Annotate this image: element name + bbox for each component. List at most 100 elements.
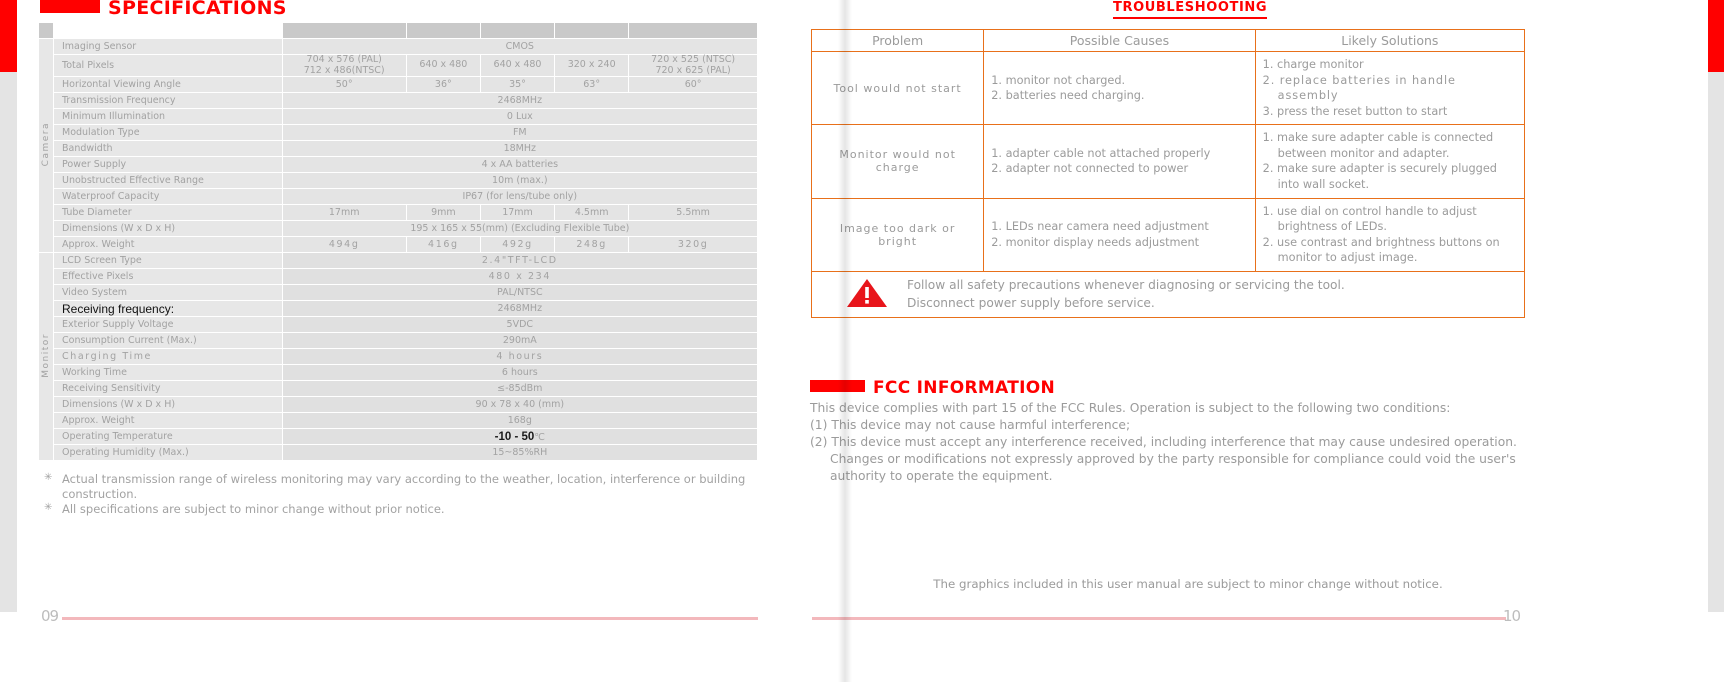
warning-triangle-icon bbox=[845, 277, 889, 312]
row-value: 195 x 165 x 55(mm) (Excluding Flexible T… bbox=[281, 220, 759, 238]
header-cell-model-2 bbox=[405, 22, 481, 39]
table-row: Camera Imaging Sensor CMOS bbox=[38, 37, 759, 254]
table-row: Operating Temperature -10 - 50℃ bbox=[39, 428, 759, 446]
row-value: 0 Lux bbox=[281, 108, 759, 126]
solutions-list: 1. use dial on control handle to adjust … bbox=[1263, 204, 1517, 266]
table-row: Monitor would not charge 1. adapter cabl… bbox=[810, 124, 1526, 199]
fcc-information-heading: FCC INFORMATION bbox=[810, 378, 1055, 398]
list-item: 1. use dial on control handle to adjust … bbox=[1262, 204, 1477, 234]
table-row: Image too dark or bright 1. LEDs near ca… bbox=[810, 197, 1526, 272]
row-value: PAL/NTSC bbox=[281, 284, 759, 302]
table-row: Monitor LCD Screen Type 2.4"TFT-LCD bbox=[38, 252, 759, 462]
table-row: Approx. Weight 494g 416g 492g 248g 320g bbox=[39, 236, 758, 254]
list-item: 1. charge monitor bbox=[1262, 58, 1364, 71]
row-value: 168g bbox=[281, 412, 759, 430]
problem-cell: Image too dark or bright bbox=[810, 197, 985, 272]
row-label: Exterior Supply Voltage bbox=[53, 316, 283, 334]
category-monitor: Monitor bbox=[38, 252, 54, 462]
row-value: 5VDC bbox=[281, 316, 759, 334]
causes-list: 1. monitor not charged. 2. batteries nee… bbox=[991, 73, 1247, 104]
row-label: Waterproof Capacity bbox=[53, 188, 283, 206]
operating-temperature-unit: ℃ bbox=[534, 431, 545, 443]
row-value: 4 x AA batteries bbox=[281, 156, 759, 174]
row-value: 17mm bbox=[281, 204, 407, 222]
table-row: Modulation Type FM bbox=[39, 124, 759, 142]
problem-cell: Tool would not start bbox=[810, 50, 985, 126]
row-value: 480 x 234 bbox=[281, 268, 759, 286]
header-cell-model-1 bbox=[281, 22, 407, 39]
footer-rule-right bbox=[812, 617, 1506, 620]
row-value: 17mm bbox=[479, 204, 556, 222]
list-item: 2. batteries need charging. bbox=[991, 89, 1145, 103]
column-header-problem: Problem bbox=[810, 29, 985, 52]
row-label: Working Time bbox=[53, 364, 283, 382]
row-label-receiving-frequency: Receiving frequency: bbox=[53, 300, 283, 318]
row-value: 2468MHz bbox=[281, 92, 759, 110]
table-row: Horizontal Viewing Angle 50° 36° 35° 63°… bbox=[39, 76, 758, 94]
causes-cell: 1. monitor not charged. 2. batteries nee… bbox=[983, 50, 1256, 126]
header-cell-model-4 bbox=[554, 22, 630, 39]
row-label: Bandwidth bbox=[53, 140, 283, 158]
solutions-list: 1. charge monitor 2. replace batteries i… bbox=[1263, 57, 1517, 119]
solutions-list: 1. make sure adapter cable is connected … bbox=[1263, 130, 1517, 192]
solutions-cell: 1. use dial on control handle to adjust … bbox=[1254, 197, 1526, 272]
causes-list: 1. adapter cable not attached properly 2… bbox=[991, 146, 1247, 177]
row-label: Operating Temperature bbox=[53, 428, 283, 446]
category-monitor-label: Monitor bbox=[41, 332, 51, 378]
row-value-operating-temperature: -10 - 50℃ bbox=[281, 428, 759, 446]
table-row: Tool would not start 1. monitor not char… bbox=[810, 50, 1526, 126]
row-label: Video System bbox=[53, 284, 283, 302]
specifications-footnotes: ✳ Actual transmission range of wireless … bbox=[40, 472, 780, 518]
header-cell-model-5 bbox=[628, 22, 758, 39]
header-cell-model-3 bbox=[479, 22, 556, 39]
table-row: Consumption Current (Max.) 290mA bbox=[39, 332, 759, 350]
fcc-intro: This device complies with part 15 of the… bbox=[810, 401, 1451, 415]
table-row: Unobstructed Effective Range 10m (max.) bbox=[39, 172, 759, 190]
warning-cell: Follow all safety precautions whenever d… bbox=[811, 270, 1525, 319]
table-row: Bandwidth 18MHz bbox=[39, 140, 759, 158]
row-label: Effective Pixels bbox=[53, 268, 283, 286]
table-row: Charging Time 4 hours bbox=[39, 348, 759, 366]
row-value: 494g bbox=[281, 236, 407, 254]
category-camera-label: Camera bbox=[41, 121, 51, 167]
grey-edge-strip-right bbox=[1708, 72, 1724, 612]
row-value: ≤-85dBm bbox=[281, 380, 759, 398]
solutions-cell: 1. make sure adapter cable is connected … bbox=[1254, 124, 1526, 199]
row-value: 4.5mm bbox=[554, 204, 630, 222]
row-label: LCD Screen Type bbox=[53, 252, 283, 270]
column-header-solutions: Likely Solutions bbox=[1254, 29, 1526, 52]
row-value: 2.4"TFT-LCD bbox=[281, 252, 759, 270]
row-value: 640 x 480 bbox=[479, 53, 556, 78]
fcc-information-heading-label: FCC INFORMATION bbox=[873, 378, 1056, 398]
row-label: Operating Humidity (Max.) bbox=[53, 444, 283, 462]
list-item: 2. use contrast and brightness buttons o… bbox=[1262, 235, 1500, 265]
footnote-text: Actual transmission range of wireless mo… bbox=[62, 472, 746, 501]
row-label: Horizontal Viewing Angle bbox=[53, 76, 283, 94]
problem-cell: Monitor would not charge bbox=[810, 124, 985, 199]
causes-cell: 1. adapter cable not attached properly 2… bbox=[983, 124, 1256, 199]
row-label: Minimum Illumination bbox=[53, 108, 283, 126]
header-cell-label bbox=[53, 22, 283, 39]
row-label: Total Pixels bbox=[53, 53, 283, 78]
row-value: 9mm bbox=[405, 204, 481, 222]
row-label: Modulation Type bbox=[53, 124, 283, 142]
specifications-table-body: Camera Imaging Sensor CMOS Total Pixels … bbox=[38, 22, 759, 462]
row-value: 640 x 480 bbox=[405, 53, 481, 78]
row-value: 63° bbox=[554, 76, 630, 94]
row-value: 320g bbox=[628, 236, 758, 254]
table-row: Approx. Weight 168g bbox=[39, 412, 759, 430]
list-item: 1. adapter cable not attached properly bbox=[991, 146, 1211, 160]
row-value: 36° bbox=[405, 76, 481, 94]
row-value: 18MHz bbox=[281, 140, 759, 158]
row-value: 720 x 525 (NTSC) 720 x 625 (PAL) bbox=[628, 53, 758, 78]
list-item: 2. make sure adapter is securely plugged… bbox=[1262, 162, 1497, 192]
row-value: 2468MHz bbox=[281, 300, 759, 318]
specifications-heading: SPECIFICATIONS bbox=[40, 0, 287, 19]
row-value: FM bbox=[281, 124, 759, 142]
row-value: 60° bbox=[628, 76, 758, 94]
fcc-information-body: This device complies with part 15 of the… bbox=[810, 400, 1532, 485]
troubleshooting-heading: TROUBLESHOOTING bbox=[1113, 0, 1268, 19]
operating-temperature-value: -10 - 50 bbox=[494, 430, 535, 443]
row-value: 4 hours bbox=[281, 348, 759, 366]
table-row: Total Pixels 704 x 576 (PAL) 712 x 486(NT… bbox=[39, 53, 758, 78]
